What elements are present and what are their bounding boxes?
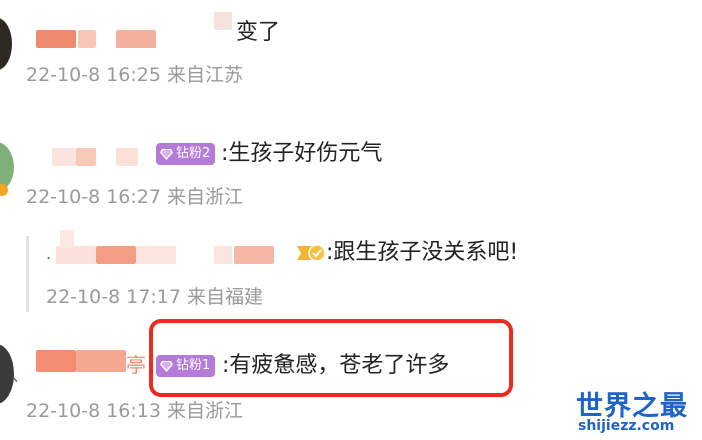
badge-label: 钻粉2 bbox=[176, 146, 211, 161]
comment-timestamp: 22-10-8 16:27 来自浙江 bbox=[26, 186, 243, 208]
avatar-tick: 、 bbox=[12, 366, 29, 385]
comment-timestamp: 22-10-8 16:25 来自江苏 bbox=[26, 64, 243, 86]
blurred-username[interactable] bbox=[36, 30, 76, 48]
blurred-username bbox=[116, 30, 156, 48]
username-suffix[interactable]: 亭 bbox=[126, 352, 146, 378]
highlight-box bbox=[149, 319, 513, 397]
reply-text: :跟生孩子没关系吧! bbox=[326, 240, 519, 265]
fan-badge[interactable]: 钻粉2 bbox=[156, 143, 216, 165]
reply-quote-line bbox=[26, 236, 29, 312]
comment-text: :生孩子好伤元气 bbox=[221, 141, 383, 166]
verified-badge-icon bbox=[297, 244, 326, 262]
blurred-username bbox=[214, 246, 232, 264]
blurred-username bbox=[214, 12, 232, 30]
blurred-username bbox=[96, 246, 136, 264]
reply-dot: . bbox=[46, 244, 52, 263]
blurred-username[interactable] bbox=[52, 148, 76, 166]
reply-timestamp: 22-10-8 17:17 来自福建 bbox=[46, 286, 263, 308]
blurred-username[interactable] bbox=[56, 246, 96, 264]
watermark-url: shijiezz.com bbox=[578, 418, 675, 434]
blurred-username bbox=[234, 246, 274, 264]
verified-badge-icon bbox=[0, 184, 8, 196]
blurred-username bbox=[60, 230, 74, 248]
blurred-username bbox=[76, 350, 126, 372]
comment-text: 变了 bbox=[236, 20, 281, 45]
blurred-username bbox=[76, 148, 96, 166]
comment-timestamp: 22-10-8 16:13 来自浙江 bbox=[26, 400, 243, 422]
blurred-username bbox=[78, 30, 96, 48]
blurred-username[interactable] bbox=[36, 350, 76, 372]
blurred-username bbox=[136, 246, 176, 264]
blurred-username bbox=[116, 148, 138, 166]
diamond-fan-badge-icon bbox=[160, 148, 173, 160]
avatar[interactable] bbox=[0, 18, 12, 70]
